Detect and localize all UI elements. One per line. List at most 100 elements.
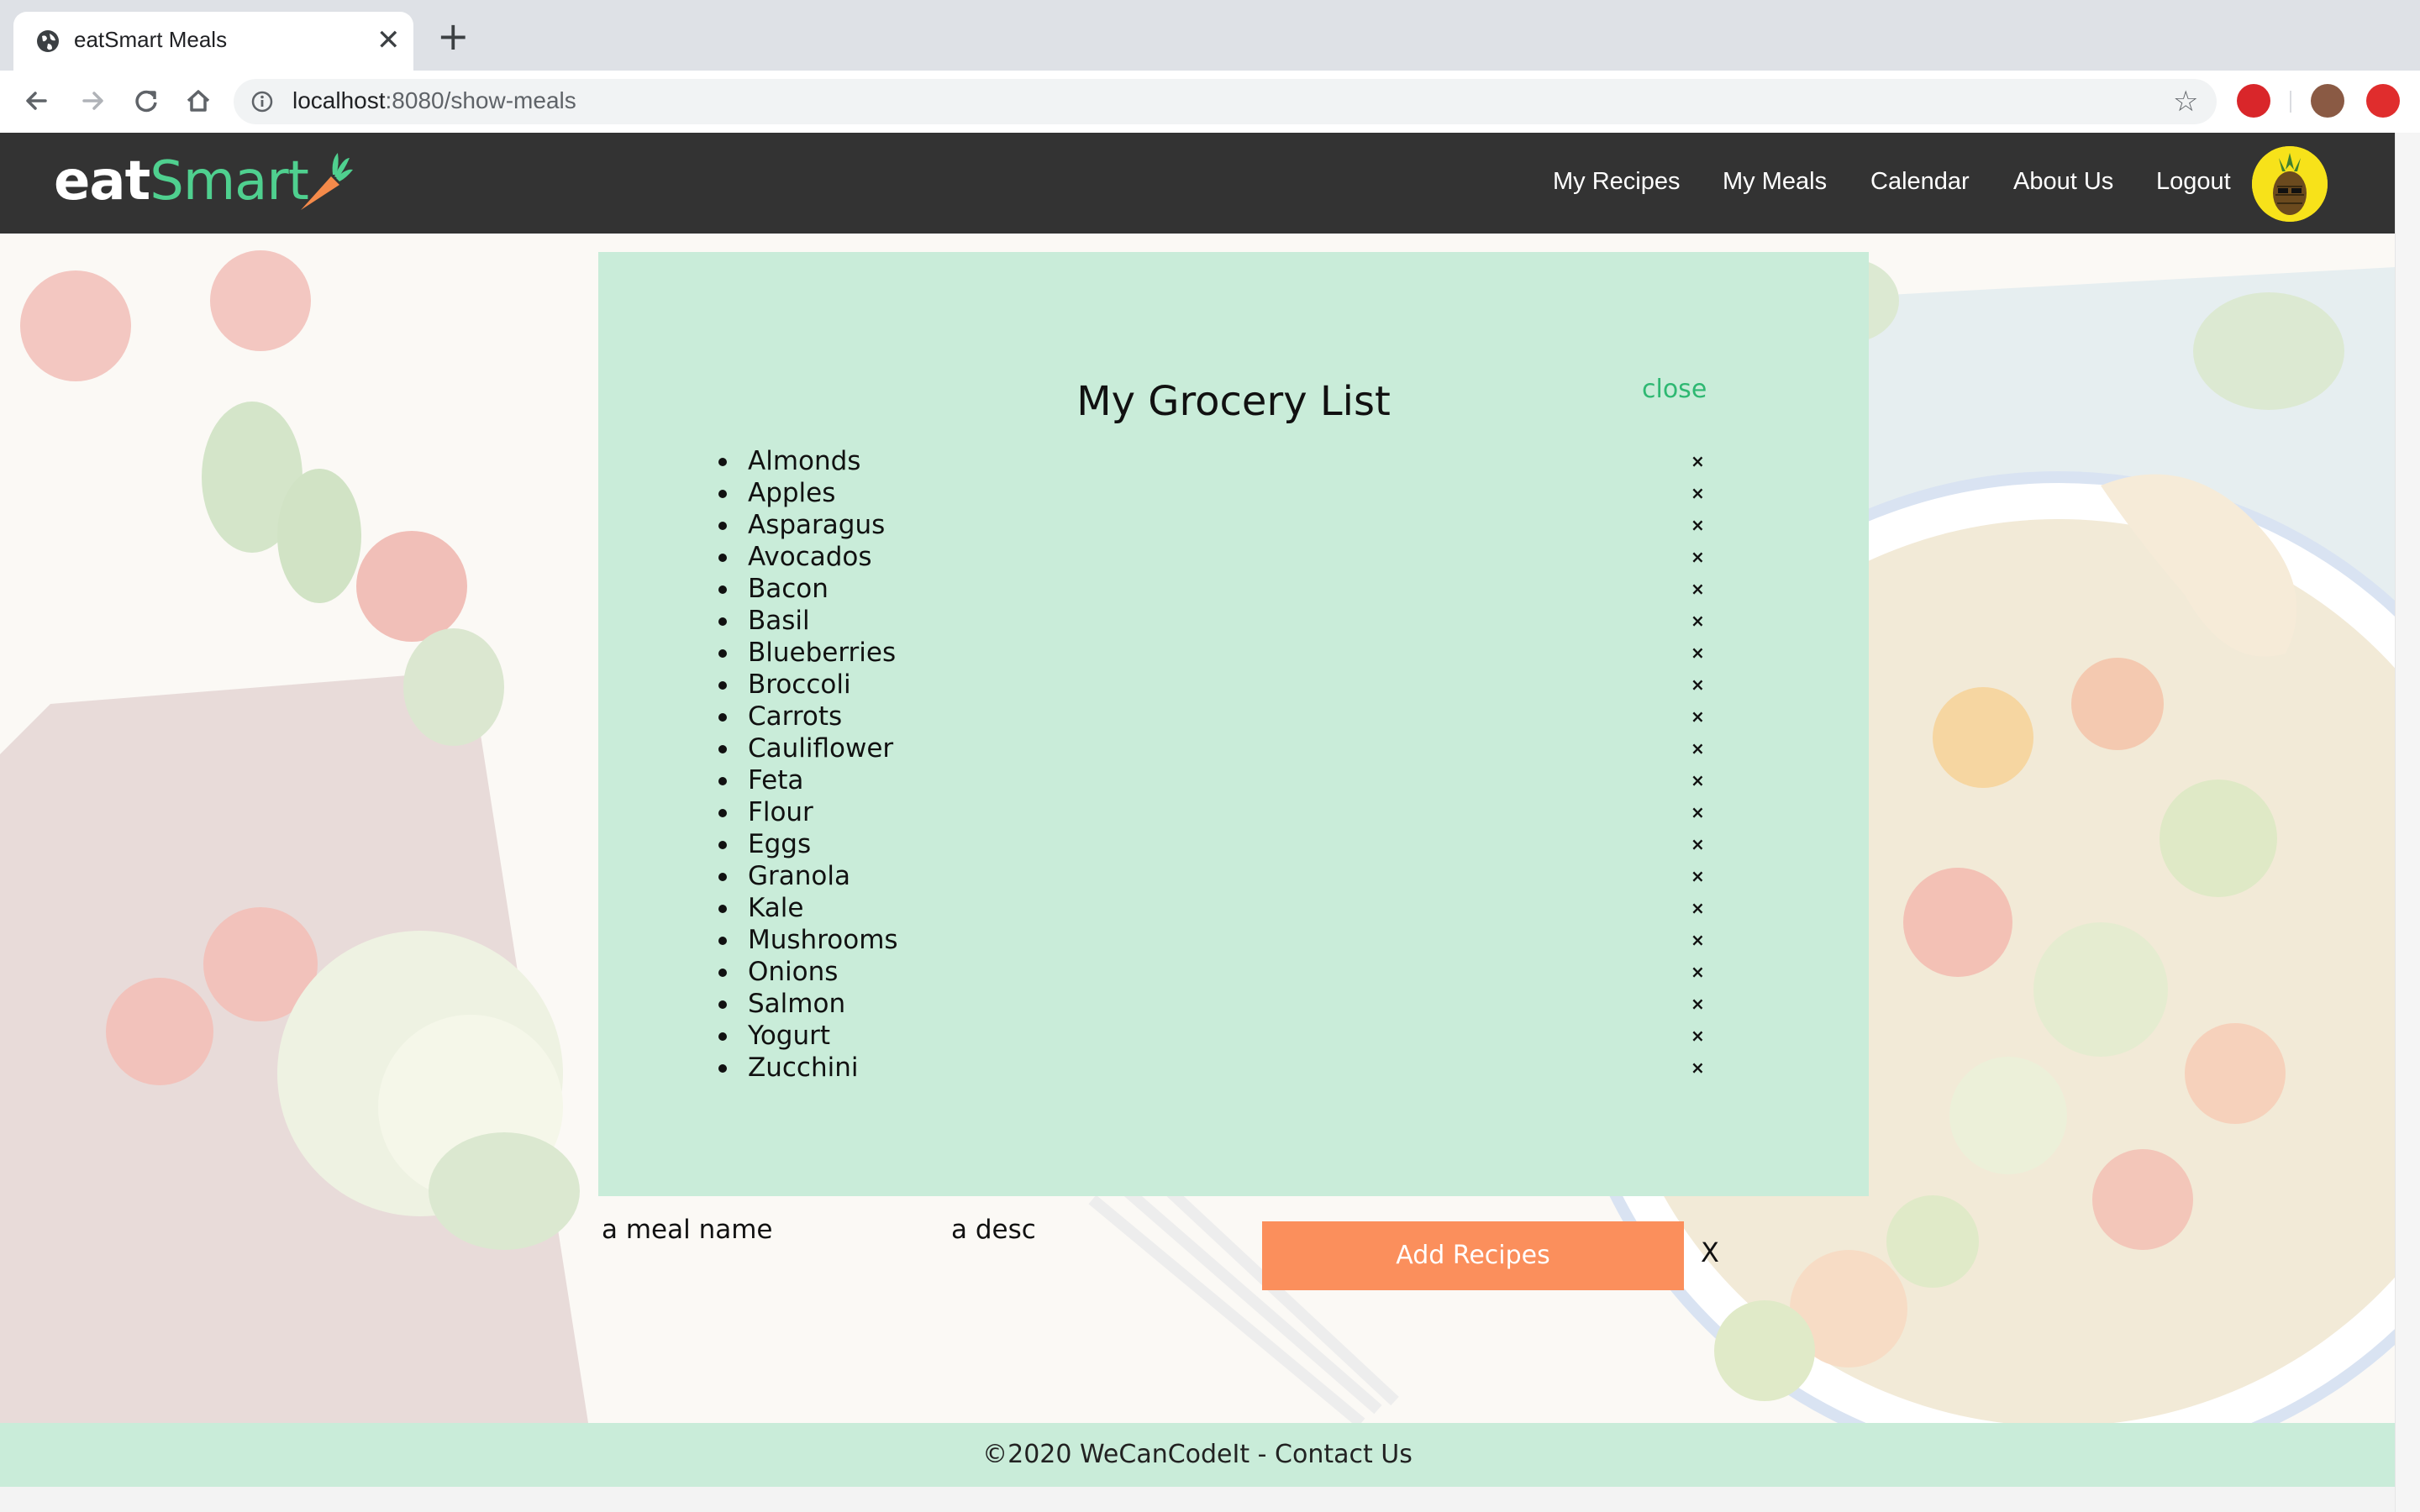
grocery-list-item: Basil × (598, 605, 1869, 637)
bullet-icon (718, 745, 727, 753)
remove-item-icon[interactable]: × (1691, 828, 1705, 860)
grocery-list-item: Kale × (598, 892, 1869, 924)
url-text[interactable]: localhost:8080/show-meals (292, 87, 576, 114)
remove-item-icon[interactable]: × (1691, 988, 1705, 1020)
remove-item-icon[interactable]: × (1691, 541, 1705, 573)
bullet-icon (718, 777, 727, 785)
grocery-list-item: Feta × (598, 764, 1869, 796)
nav-my-recipes[interactable]: My Recipes (1553, 168, 1681, 196)
bullet-icon (718, 1032, 727, 1041)
user-avatar[interactable] (2252, 146, 2328, 222)
forward-icon[interactable] (74, 82, 111, 119)
logo-eat: eat (54, 150, 150, 213)
logo-smart: Smart (150, 150, 309, 213)
clear-form-button[interactable]: X (1701, 1236, 1719, 1268)
grocery-list-item: Carrots × (598, 701, 1869, 732)
grocery-list-item: Eggs × (598, 828, 1869, 860)
grocery-item-name: Kale (748, 893, 804, 923)
grocery-item-name: Almonds (748, 446, 861, 476)
page-bottom-strip (0, 1487, 2395, 1512)
remove-item-icon[interactable]: × (1691, 477, 1705, 509)
remove-item-icon[interactable]: × (1691, 924, 1705, 956)
remove-item-icon[interactable]: × (1691, 605, 1705, 637)
profile-avatar[interactable] (2311, 84, 2344, 118)
toolbar-divider (2290, 91, 2291, 113)
site-navbar: eatSmart My Recipes My Meals Calendar Ab… (0, 133, 2395, 234)
remove-item-icon[interactable]: × (1691, 573, 1705, 605)
remove-item-icon[interactable]: × (1691, 732, 1705, 764)
remove-item-icon[interactable]: × (1691, 701, 1705, 732)
grocery-list: Almonds × Apples × Asparagus × Avocados × Bacon ×… (598, 445, 1869, 1084)
bullet-icon (718, 969, 727, 977)
nav-my-meals[interactable]: My Meals (1723, 168, 1827, 196)
carrot-icon (301, 153, 353, 210)
bullet-icon (718, 522, 727, 530)
url-path: :8080/show-meals (385, 87, 576, 113)
adblock-extension-icon[interactable] (2237, 84, 2270, 118)
grocery-list-item: Yogurt × (598, 1020, 1869, 1052)
nav-about-us[interactable]: About Us (2013, 168, 2113, 196)
bullet-icon (718, 554, 727, 562)
bullet-icon (718, 681, 727, 690)
page-scrollbar[interactable] (2395, 133, 2420, 1512)
bullet-icon (718, 1064, 727, 1073)
bullet-icon (718, 1000, 727, 1009)
remove-item-icon[interactable]: × (1691, 796, 1705, 828)
grocery-item-name: Blueberries (748, 638, 897, 668)
remove-item-icon[interactable]: × (1691, 1020, 1705, 1052)
remove-item-icon[interactable]: × (1691, 669, 1705, 701)
grocery-item-name: Feta (748, 765, 804, 795)
grocery-item-name: Bacon (748, 574, 829, 604)
update-icon[interactable] (2366, 84, 2400, 118)
grocery-list-item: Apples × (598, 477, 1869, 509)
close-button[interactable]: close (1642, 375, 1707, 404)
browser-toolbar: localhost:8080/show-meals ☆ (0, 71, 2420, 134)
add-recipes-button[interactable]: Add Recipes (1262, 1221, 1684, 1290)
grocery-item-name: Yogurt (748, 1021, 831, 1051)
meal-desc-input[interactable]: a desc (951, 1215, 1036, 1245)
grocery-list-item: Salmon × (598, 988, 1869, 1020)
globe-icon (37, 30, 59, 52)
grocery-list-item: Mushrooms × (598, 924, 1869, 956)
pineapple-avatar-icon (2252, 146, 2328, 222)
remove-item-icon[interactable]: × (1691, 1052, 1705, 1084)
grocery-list-item: Onions × (598, 956, 1869, 988)
bullet-icon (718, 905, 727, 913)
tab-close-icon[interactable]: ✕ (376, 24, 401, 57)
grocery-list-item: Granola × (598, 860, 1869, 892)
bullet-icon (718, 649, 727, 658)
nav-calendar[interactable]: Calendar (1870, 168, 1970, 196)
remove-item-icon[interactable]: × (1691, 637, 1705, 669)
grocery-list-item: Bacon × (598, 573, 1869, 605)
grocery-item-name: Carrots (748, 701, 843, 732)
bullet-icon (718, 585, 727, 594)
remove-item-icon[interactable]: × (1691, 764, 1705, 796)
bullet-icon (718, 458, 727, 466)
remove-item-icon[interactable]: × (1691, 956, 1705, 988)
reload-icon[interactable] (128, 82, 165, 119)
grocery-item-name: Apples (748, 478, 836, 508)
tab-title: eatSmart Meals (74, 27, 228, 52)
nav-logout[interactable]: Logout (2156, 168, 2231, 196)
remove-item-icon[interactable]: × (1691, 892, 1705, 924)
remove-item-icon[interactable]: × (1691, 509, 1705, 541)
grocery-list-item: Asparagus × (598, 509, 1869, 541)
remove-item-icon[interactable]: × (1691, 445, 1705, 477)
back-icon[interactable] (18, 82, 55, 119)
browser-tab[interactable]: eatSmart Meals ✕ (13, 12, 413, 71)
grocery-list-item: Flour × (598, 796, 1869, 828)
address-bar[interactable]: localhost:8080/show-meals ☆ (234, 79, 2217, 124)
bullet-icon (718, 937, 727, 945)
browser-tab-strip: eatSmart Meals ✕ + (0, 0, 2420, 71)
grocery-item-name: Avocados (748, 542, 872, 572)
bookmark-star-icon[interactable]: ☆ (2173, 86, 2198, 118)
meal-name-input[interactable]: a meal name (602, 1215, 773, 1245)
grocery-item-name: Broccoli (748, 669, 851, 700)
url-host: localhost (292, 87, 386, 113)
info-icon[interactable] (250, 90, 274, 113)
bullet-icon (718, 713, 727, 722)
remove-item-icon[interactable]: × (1691, 860, 1705, 892)
eatsmart-logo[interactable]: eatSmart (54, 148, 309, 215)
new-tab-button[interactable]: + (437, 17, 470, 55)
home-icon[interactable] (180, 82, 217, 119)
